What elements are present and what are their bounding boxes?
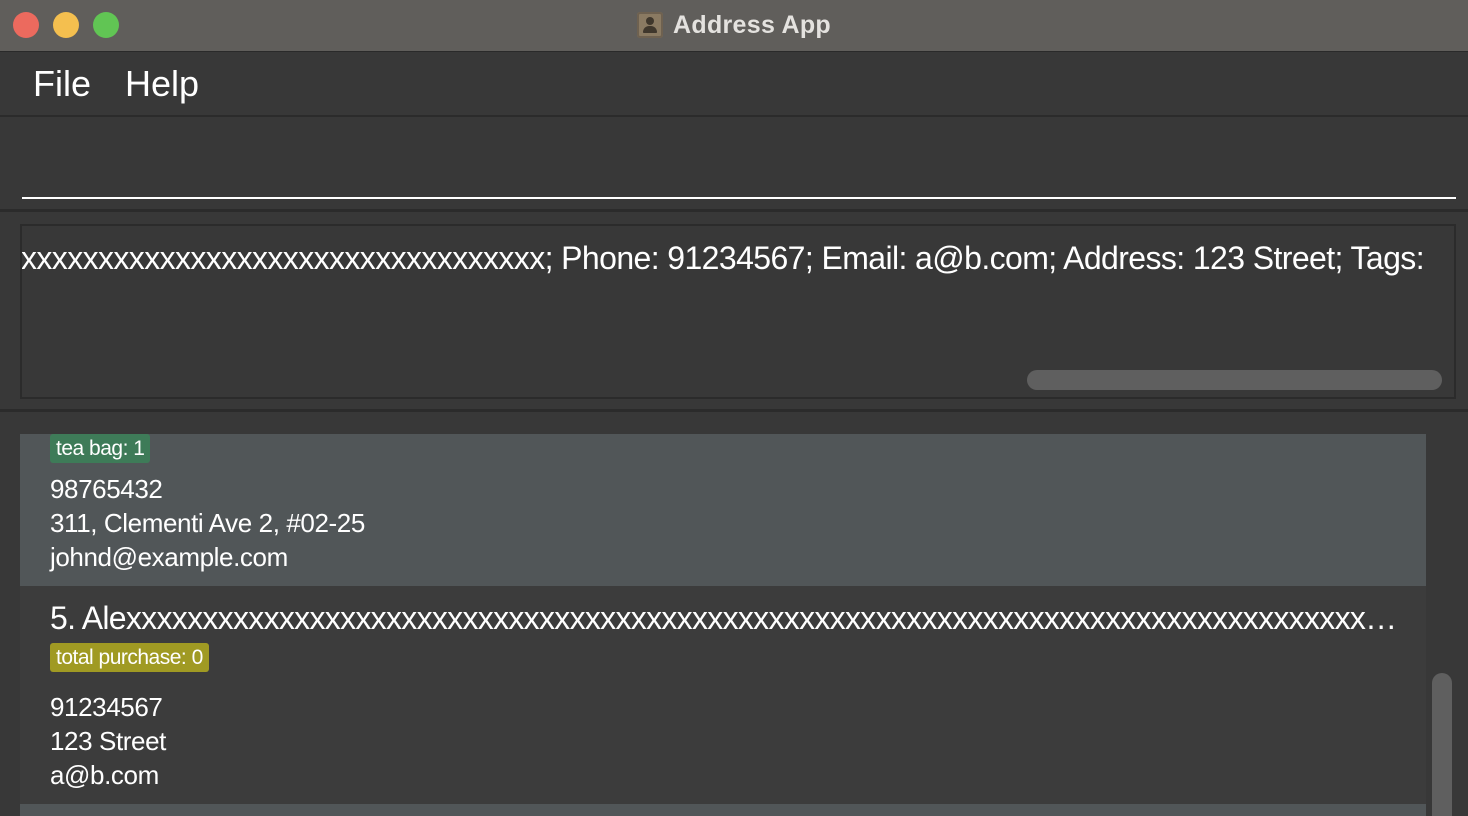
person-email: johnd@example.com [50, 542, 288, 572]
person-address: 123 Street [50, 726, 166, 756]
window-title: Address App [673, 10, 831, 39]
person-phone: 98765432 [50, 474, 163, 504]
pane-divider[interactable] [0, 409, 1468, 412]
person-card[interactable] [20, 804, 1426, 816]
window-title-group: Address App [0, 0, 1468, 50]
person-address: 311, Clementi Ave 2, #02-25 [50, 508, 365, 538]
address-book-icon [637, 12, 664, 38]
person-list[interactable]: tea bag: 1 98765432 311, Clementi Ave 2,… [20, 434, 1426, 816]
tag-badge: tea bag: 1 [50, 434, 151, 463]
command-input[interactable] [22, 138, 1456, 199]
result-horizontal-scrollbar[interactable] [1027, 370, 1442, 390]
person-card-selected[interactable]: 5. Alexxxxxxxxxxxxxxxxxxxxxxxxxxxxxxxxxx… [20, 586, 1426, 804]
result-display[interactable]: Added: Alexxxxxxxxxxxxxxxxxxxxxxxxxxxxxx… [20, 224, 1456, 399]
title-bar: Address App [0, 0, 1468, 52]
app-window: Address App File Help Added: Alexxxxxxxx… [0, 0, 1468, 816]
menu-help[interactable]: Help [125, 63, 199, 105]
list-vertical-scrollbar[interactable] [1432, 673, 1452, 816]
person-name: 5. Alexxxxxxxxxxxxxxxxxxxxxxxxxxxxxxxxxx… [50, 600, 1410, 636]
command-box [0, 118, 1468, 212]
result-text: Added: Alexxxxxxxxxxxxxxxxxxxxxxxxxxxxxx… [20, 240, 1425, 276]
person-card[interactable]: tea bag: 1 98765432 311, Clementi Ave 2,… [20, 434, 1426, 586]
person-email: a@b.com [50, 760, 159, 790]
menu-file[interactable]: File [33, 63, 91, 105]
menu-bar: File Help [0, 53, 1468, 117]
tag-badge: total purchase: 0 [50, 643, 209, 672]
person-phone: 91234567 [50, 692, 163, 722]
